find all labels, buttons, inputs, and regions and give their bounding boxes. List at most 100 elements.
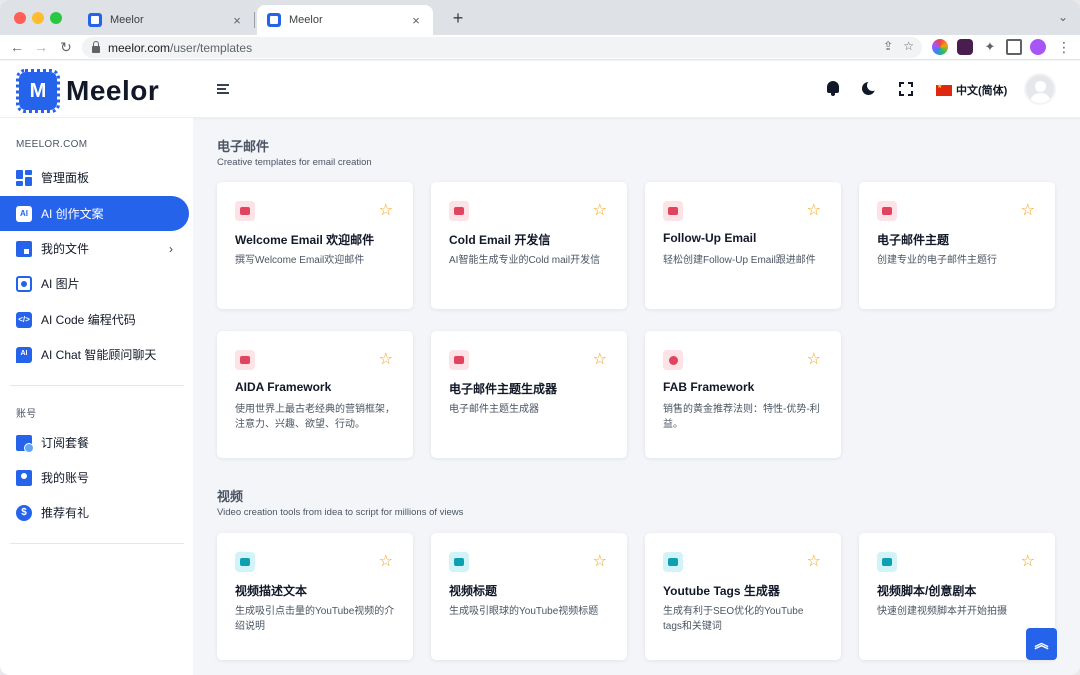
tab-bar: Meelor × Meelor × + ⌄ — [0, 0, 1080, 35]
favorite-star-icon[interactable]: ☆ — [379, 201, 393, 221]
tab-close-icon[interactable]: × — [409, 13, 423, 28]
sidebar-item-subscription[interactable]: 订阅套餐 — [0, 425, 189, 460]
favorite-star-icon[interactable]: ☆ — [379, 552, 393, 572]
template-card-youtube-tags[interactable]: ☆ Youtube Tags 生成器 生成有利于SEO优化的YouTube ta… — [645, 533, 841, 660]
reload-button[interactable]: ↻ — [57, 37, 75, 57]
fullscreen-icon[interactable] — [897, 80, 915, 98]
sidebar-item-my-files[interactable]: 我的文件 › — [0, 231, 189, 266]
youtube-icon — [235, 552, 255, 572]
share-icon[interactable]: ⇪ — [883, 39, 893, 53]
close-window-button[interactable] — [14, 12, 26, 24]
template-card-email-subject[interactable]: ☆ 电子邮件主题 创建专业的电子邮件主题行 — [859, 182, 1055, 309]
template-card-subject-generator[interactable]: ☆ 电子邮件主题生成器 电子邮件主题生成器 — [431, 331, 627, 458]
email-template-icon — [235, 201, 255, 221]
sidebar-item-label: 订阅套餐 — [41, 436, 90, 450]
card-title: 电子邮件主题 — [877, 233, 950, 247]
chat-icon: AI — [16, 346, 32, 363]
menu-toggle-icon[interactable] — [217, 84, 229, 96]
card-description: 生成有利于SEO优化的YouTube tags和关键词 — [663, 606, 804, 632]
dark-mode-moon-icon[interactable] — [860, 80, 878, 98]
email-template-icon — [877, 201, 897, 221]
sidebar-item-referral[interactable]: $ 推荐有礼 — [0, 495, 189, 530]
email-template-icon — [449, 350, 469, 370]
template-card-cold-email[interactable]: ☆ Cold Email 开发信 AI智能生成专业的Cold mail开发信 — [431, 182, 627, 309]
sidebar-item-label: 管理面板 — [41, 171, 90, 185]
back-to-top-button[interactable]: ︽ — [1026, 628, 1057, 660]
sidebar-item-ai-copywriting[interactable]: AI AI 创作文案 — [0, 196, 189, 231]
tab-title: Meelor — [289, 14, 323, 26]
section-subtitle: Video creation tools from idea to script… — [217, 507, 464, 518]
sidebar-item-label: 推荐有礼 — [41, 506, 90, 520]
profile-avatar-icon[interactable] — [1030, 39, 1046, 55]
template-card-aida-framework[interactable]: ☆ AIDA Framework 使用世界上最古老经典的营销框架，注意力、兴趣、… — [217, 331, 413, 458]
favorite-star-icon[interactable]: ☆ — [1021, 201, 1035, 221]
puzzle-extensions-icon[interactable]: ✦ — [982, 39, 998, 55]
browser-tab-2-active[interactable]: Meelor × — [257, 5, 433, 35]
sidebar-item-label: 我的账号 — [41, 471, 90, 485]
favorite-star-icon[interactable]: ☆ — [807, 201, 821, 221]
address-bar[interactable]: meelor.com/user/templates ⇪ ☆ — [82, 37, 922, 58]
card-description: AI智能生成专业的Cold mail开发信 — [449, 255, 601, 266]
card-description: 创建专业的电子邮件主题行 — [877, 255, 997, 266]
bookmark-star-icon[interactable]: ☆ — [903, 39, 914, 53]
favorite-star-icon[interactable]: ☆ — [593, 552, 607, 572]
favorite-star-icon[interactable]: ☆ — [807, 552, 821, 572]
notification-bell-icon[interactable] — [824, 80, 842, 98]
card-title: 视频标题 — [449, 584, 498, 598]
color-extension-icon[interactable] — [932, 39, 948, 55]
card-title: 视频描述文本 — [235, 584, 308, 598]
template-card-welcome-email[interactable]: ☆ Welcome Email 欢迎邮件 撰写Welcome Email欢迎邮件 — [217, 182, 413, 309]
user-avatar[interactable] — [1024, 73, 1056, 105]
sidebar-section-title: 账号 — [16, 409, 37, 420]
favorite-star-icon[interactable]: ☆ — [379, 350, 393, 370]
card-title: Youtube Tags 生成器 — [663, 584, 780, 598]
tab-close-icon[interactable]: × — [230, 13, 244, 28]
youtube-icon — [449, 552, 469, 572]
framework-icon — [663, 350, 683, 370]
url-host: meelor.com — [108, 40, 171, 55]
card-title: 视频脚本/创意剧本 — [877, 584, 977, 598]
browser-toolbar: ← → ↻ meelor.com/user/templates ⇪ ☆ ✦ ⋮ — [0, 35, 1080, 60]
minimize-window-button[interactable] — [32, 12, 44, 24]
back-button[interactable]: ← — [8, 37, 26, 57]
folder-icon — [16, 240, 32, 257]
reply-icon — [663, 201, 683, 221]
film-icon — [877, 552, 897, 572]
maximize-window-button[interactable] — [50, 12, 62, 24]
extension-icon[interactable] — [957, 39, 973, 55]
ai-icon: AI — [16, 205, 32, 222]
card-description: 快速创建视频脚本并开始拍摄 — [877, 606, 1007, 617]
card-description: 电子邮件主题生成器 — [449, 404, 539, 415]
sidebar-divider — [10, 385, 184, 386]
app-header: M Meelor 中文(简体) — [0, 61, 1080, 118]
browser-window: Meelor × Meelor × + ⌄ ← → ↻ meelor.com/u… — [0, 0, 1080, 675]
sidebar-item-ai-image[interactable]: AI 图片 — [0, 266, 189, 301]
template-card-video-title[interactable]: ☆ 视频标题 生成吸引眼球的YouTube视频标题 — [431, 533, 627, 660]
favorite-star-icon[interactable]: ☆ — [807, 350, 821, 370]
sidebar-item-ai-chat[interactable]: AI AI Chat 智能顾问聊天 — [0, 337, 189, 372]
favorite-star-icon[interactable]: ☆ — [593, 350, 607, 370]
meelor-logo[interactable]: M Meelor — [16, 69, 159, 113]
lock-icon — [92, 41, 100, 53]
image-icon — [16, 275, 32, 292]
side-panel-icon[interactable] — [1006, 39, 1022, 55]
browser-menu-icon[interactable]: ⋮ — [1055, 37, 1073, 57]
user-icon — [16, 469, 32, 486]
sidebar-item-my-account[interactable]: 我的账号 — [0, 460, 189, 495]
new-tab-button[interactable]: + — [449, 8, 467, 28]
template-card-follow-up-email[interactable]: ☆ Follow-Up Email 轻松创建Follow-Up Email跟进邮… — [645, 182, 841, 309]
sidebar-item-dashboard[interactable]: 管理面板 — [0, 160, 189, 195]
forward-button[interactable]: → — [32, 37, 50, 57]
template-card-fab-framework[interactable]: ☆ FAB Framework 销售的黄金推荐法则：特性-优势-利益。 — [645, 331, 841, 458]
language-label: 中文(简体) — [956, 85, 1008, 97]
browser-tab-1[interactable]: Meelor × — [78, 5, 254, 35]
favorite-star-icon[interactable]: ☆ — [1021, 552, 1035, 572]
sidebar-item-ai-code[interactable]: </> AI Code 编程代码 — [0, 302, 189, 337]
language-selector[interactable]: 中文(简体) — [936, 82, 1007, 98]
favorite-star-icon[interactable]: ☆ — [593, 201, 607, 221]
section-title: 视频 — [217, 489, 244, 504]
tab-search-icon[interactable]: ⌄ — [1058, 10, 1068, 24]
template-card-video-description[interactable]: ☆ 视频描述文本 生成吸引点击量的YouTube视频的介绍说明 — [217, 533, 413, 660]
youtube-icon — [663, 552, 683, 572]
meelor-favicon-icon — [88, 13, 102, 27]
